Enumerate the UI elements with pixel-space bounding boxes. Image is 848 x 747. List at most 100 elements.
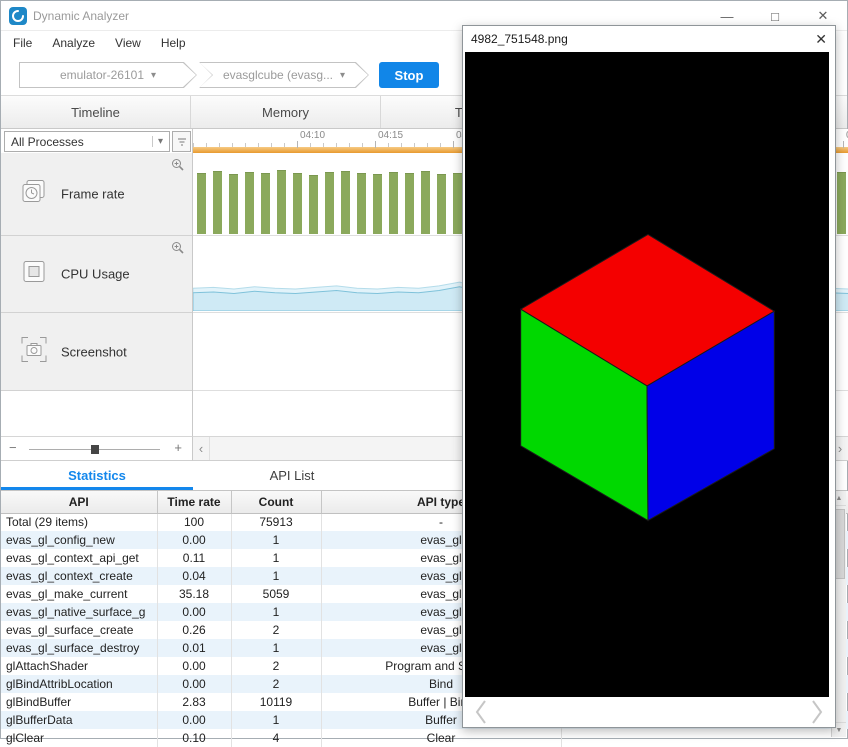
table-cell: Total (29 items) bbox=[1, 513, 157, 531]
table-cell: evas_gl_native_surface_g bbox=[1, 603, 157, 621]
device-selector[interactable]: emulator-26101 ▾ bbox=[19, 62, 197, 88]
menu-view[interactable]: View bbox=[105, 33, 151, 53]
table-cell: 0.01 bbox=[157, 639, 231, 657]
zoom-out-button[interactable]: − bbox=[9, 440, 17, 455]
viewer-close-button[interactable]: ✕ bbox=[815, 26, 827, 52]
table-cell: evas_gl_context_api_get bbox=[1, 549, 157, 567]
app-logo-icon bbox=[9, 7, 27, 25]
frame-rate-bar bbox=[325, 172, 334, 234]
ruler-label: 04:10 bbox=[300, 130, 325, 141]
frame-rate-icon bbox=[19, 177, 49, 212]
zoom-in-button[interactable]: + bbox=[174, 440, 182, 455]
table-cell: 75913 bbox=[231, 513, 321, 531]
table-cell: glBufferData bbox=[1, 711, 157, 729]
table-cell: 2 bbox=[231, 675, 321, 693]
column-header-api[interactable]: API bbox=[1, 491, 157, 513]
table-cell: 2 bbox=[231, 657, 321, 675]
screenshot-image bbox=[465, 52, 829, 697]
zoom-chart-button[interactable] bbox=[171, 158, 185, 177]
cpu-icon bbox=[19, 257, 49, 292]
chevron-down-icon: ▾ bbox=[152, 136, 163, 147]
ruler-tick bbox=[843, 141, 844, 148]
ruler-tick bbox=[375, 141, 376, 148]
table-cell: 1 bbox=[231, 639, 321, 657]
table-row[interactable]: glClear0.104Clear bbox=[1, 729, 848, 747]
ruler-tick bbox=[297, 141, 298, 148]
timeline-left-panel: All Processes ▾ Frame rate bbox=[1, 129, 193, 436]
menu-analyze[interactable]: Analyze bbox=[42, 33, 105, 53]
app-selector[interactable]: evasglcube (evasg... ▾ bbox=[199, 62, 369, 88]
frame-rate-bar bbox=[261, 173, 270, 234]
table-cell: evas_gl_make_current bbox=[1, 585, 157, 603]
table-cell: glAttachShader bbox=[1, 657, 157, 675]
menu-help[interactable]: Help bbox=[151, 33, 196, 53]
magnifier-plus-icon bbox=[171, 241, 185, 255]
table-cell-filler bbox=[561, 729, 848, 747]
gl-cube-render bbox=[465, 52, 829, 697]
frame-rate-bar bbox=[421, 171, 430, 234]
table-cell: glBindAttribLocation bbox=[1, 675, 157, 693]
scroll-left-button[interactable]: ‹ bbox=[193, 437, 210, 460]
table-cell: 0.00 bbox=[157, 657, 231, 675]
table-cell: 0.10 bbox=[157, 729, 231, 747]
table-cell: 0.11 bbox=[157, 549, 231, 567]
table-cell: 1 bbox=[231, 549, 321, 567]
chart-label: Screenshot bbox=[61, 344, 127, 359]
chart-label-cpu-usage[interactable]: CPU Usage bbox=[1, 236, 192, 313]
table-cell: 0.00 bbox=[157, 531, 231, 549]
device-selector-label: emulator-26101 bbox=[60, 68, 144, 82]
chart-config-button[interactable] bbox=[172, 131, 191, 152]
frame-rate-bar bbox=[357, 173, 366, 234]
column-header-time-rate[interactable]: Time rate bbox=[157, 491, 231, 513]
table-cell: 0.00 bbox=[157, 711, 231, 729]
process-filter-label: All Processes bbox=[11, 135, 84, 149]
app-selector-label: evasglcube (evasg... bbox=[223, 68, 333, 82]
table-cell: evas_gl_context_create bbox=[1, 567, 157, 585]
table-cell: 1 bbox=[231, 711, 321, 729]
table-cell: evas_gl_config_new bbox=[1, 531, 157, 549]
chart-label: CPU Usage bbox=[61, 267, 130, 282]
process-filter-dropdown[interactable]: All Processes ▾ bbox=[4, 131, 170, 152]
chevron-right-icon bbox=[809, 698, 825, 726]
screenshot-icon bbox=[19, 334, 49, 369]
chart-label-screenshot[interactable]: Screenshot bbox=[1, 313, 192, 391]
frame-rate-bar bbox=[373, 174, 382, 234]
table-cell: 2.83 bbox=[157, 693, 231, 711]
table-cell: 1 bbox=[231, 531, 321, 549]
filter-icon bbox=[176, 136, 188, 148]
column-header-count[interactable]: Count bbox=[231, 491, 321, 513]
table-cell: 0.04 bbox=[157, 567, 231, 585]
table-cell: 0.26 bbox=[157, 621, 231, 639]
chevron-down-icon: ▾ bbox=[340, 70, 345, 81]
viewer-nav-bar bbox=[463, 697, 835, 727]
chart-label-frame-rate[interactable]: Frame rate bbox=[1, 153, 192, 236]
frame-rate-bar bbox=[437, 174, 446, 234]
viewer-title: 4982_751548.png bbox=[471, 26, 568, 52]
table-cell: glBindBuffer bbox=[1, 693, 157, 711]
table-cell: glClear bbox=[1, 729, 157, 747]
magnifier-plus-icon bbox=[171, 158, 185, 172]
next-screenshot-button[interactable] bbox=[809, 698, 825, 731]
ruler-tick bbox=[453, 141, 454, 148]
zoom-chart-button[interactable] bbox=[171, 241, 185, 260]
table-cell: 35.18 bbox=[157, 585, 231, 603]
tab-api-list[interactable]: API List bbox=[193, 461, 391, 490]
table-cell: 100 bbox=[157, 513, 231, 531]
window-title: Dynamic Analyzer bbox=[33, 1, 129, 31]
previous-screenshot-button[interactable] bbox=[473, 698, 489, 731]
chevron-down-icon: ▾ bbox=[151, 70, 156, 81]
tab-statistics[interactable]: Statistics bbox=[1, 461, 193, 490]
viewer-title-bar[interactable]: 4982_751548.png ✕ bbox=[463, 26, 835, 52]
frame-rate-bar bbox=[837, 172, 846, 234]
table-cell: 1 bbox=[231, 567, 321, 585]
tab-memory[interactable]: Memory bbox=[191, 96, 381, 128]
table-cell: Clear bbox=[321, 729, 561, 747]
menu-file[interactable]: File bbox=[3, 33, 42, 53]
stop-button[interactable]: Stop bbox=[379, 62, 439, 88]
frame-rate-bar bbox=[229, 174, 238, 234]
table-cell: evas_gl_surface_create bbox=[1, 621, 157, 639]
frame-rate-bar bbox=[389, 172, 398, 234]
zoom-slider-thumb[interactable] bbox=[91, 445, 99, 454]
tab-timeline[interactable]: Timeline bbox=[1, 96, 191, 128]
frame-rate-bar bbox=[293, 173, 302, 234]
